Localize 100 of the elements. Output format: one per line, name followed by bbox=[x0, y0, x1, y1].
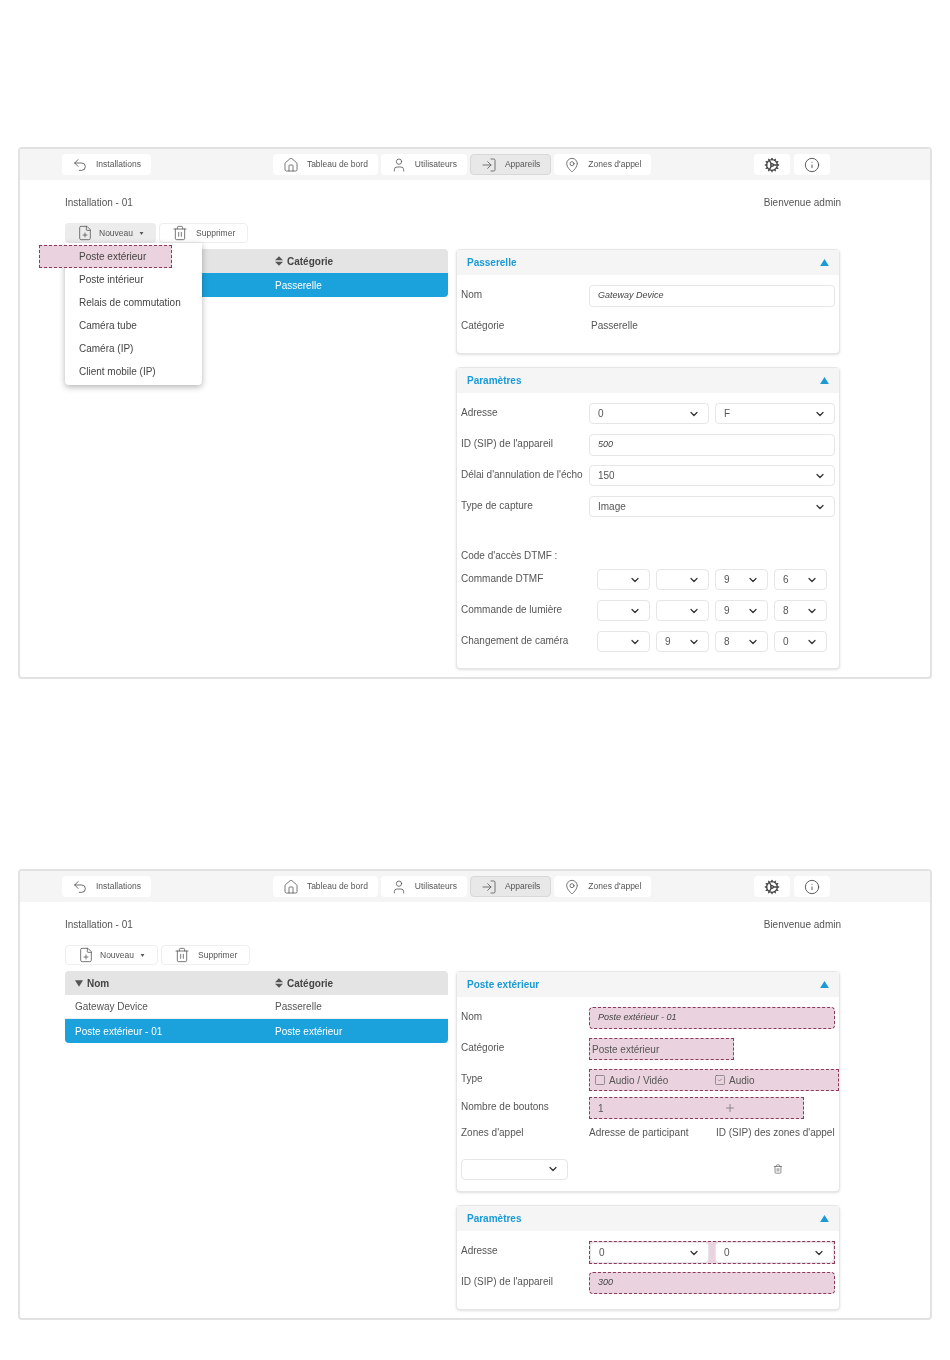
nav-tab[interactable]: Appareils bbox=[469, 154, 552, 175]
column-header[interactable]: Nom bbox=[65, 975, 265, 991]
file-plus-icon bbox=[78, 947, 94, 963]
collapse-icon bbox=[820, 1215, 829, 1222]
back-button[interactable]: Installations bbox=[62, 154, 151, 175]
select-field[interactable]: 8 bbox=[715, 631, 768, 652]
text-field[interactable]: Gateway Device bbox=[589, 285, 835, 307]
delete-button[interactable]: Supprimer bbox=[161, 945, 251, 965]
menu-item[interactable]: Caméra tube bbox=[65, 314, 202, 337]
select-value: 0 bbox=[598, 407, 604, 421]
settings-icon bbox=[764, 878, 780, 895]
select-field[interactable]: 0 bbox=[715, 1242, 834, 1263]
field-label: Commande de lumière bbox=[461, 603, 564, 617]
enter-icon bbox=[480, 878, 497, 895]
checkbox-label: Audio / Vidéo bbox=[609, 1073, 669, 1088]
menu-item[interactable]: Caméra (IP) bbox=[65, 337, 202, 360]
field-label: ID (SIP) de l'appareil bbox=[461, 1275, 554, 1289]
text-field[interactable]: 500 bbox=[589, 434, 835, 456]
select-field[interactable]: 8 bbox=[774, 600, 827, 621]
sort-icon bbox=[275, 256, 283, 266]
nav-tab[interactable]: Zones d'appel bbox=[554, 876, 652, 897]
select-field[interactable] bbox=[656, 600, 709, 621]
select-field[interactable]: F bbox=[715, 403, 835, 424]
plus-icon[interactable] bbox=[724, 1102, 736, 1114]
field-label: ID (SIP) de l'appareil bbox=[461, 437, 554, 451]
select-field[interactable]: 0 bbox=[774, 631, 827, 652]
caret-icon bbox=[139, 231, 145, 235]
sort-icon bbox=[275, 978, 283, 988]
info-button[interactable] bbox=[794, 154, 830, 175]
field-label: Code d'accès DTMF : bbox=[461, 549, 559, 563]
select-field[interactable]: 0 bbox=[590, 1242, 709, 1263]
enter-icon bbox=[480, 156, 497, 173]
settings-button[interactable] bbox=[754, 876, 790, 897]
nav-tab[interactable]: Tableau de bord bbox=[272, 876, 378, 897]
installation-title: Installation - 01 bbox=[65, 196, 133, 210]
info-button[interactable] bbox=[794, 876, 830, 897]
table-cell-text: Passerelle bbox=[274, 278, 323, 293]
file-plus-icon bbox=[77, 225, 93, 241]
select-value: 9 bbox=[724, 604, 730, 618]
field-label: Délai d'annulation de l'écho bbox=[461, 468, 584, 482]
nav-tab[interactable]: Zones d'appel bbox=[554, 154, 652, 175]
select-field[interactable] bbox=[656, 569, 709, 590]
nav-tab[interactable]: Utilisateurs bbox=[380, 154, 467, 175]
settings-button[interactable] bbox=[754, 154, 790, 175]
checkbox[interactable] bbox=[714, 1074, 726, 1086]
table-cell-text: Poste extérieur - 01 bbox=[74, 1024, 164, 1039]
settings-icon bbox=[764, 156, 780, 173]
column-heading: Adresse de participant bbox=[589, 1126, 690, 1140]
select-field[interactable]: 9 bbox=[715, 600, 768, 621]
column-heading: ID (SIP) des zones d'appel bbox=[716, 1126, 835, 1140]
number-stepper[interactable]: 1 bbox=[589, 1097, 804, 1119]
sort-down-icon bbox=[75, 979, 83, 987]
checkbox-label: Audio bbox=[729, 1073, 755, 1088]
column-header[interactable]: Catégorie bbox=[265, 253, 448, 269]
menu-item[interactable]: Client mobile (IP) bbox=[65, 360, 202, 383]
new-button[interactable]: Nouveau bbox=[65, 223, 157, 243]
select-field[interactable]: Image bbox=[589, 496, 835, 517]
map-pin-icon bbox=[564, 156, 581, 173]
delete-button[interactable]: Supprimer bbox=[159, 223, 249, 243]
collapse-icon bbox=[820, 981, 829, 988]
select-value: 150 bbox=[598, 469, 615, 483]
trash-icon[interactable] bbox=[773, 1164, 783, 1174]
column-heading: Zones d'appel bbox=[461, 1126, 525, 1140]
select-field[interactable]: 0 bbox=[589, 403, 709, 424]
table-cell-text: Passerelle bbox=[274, 1000, 323, 1014]
field-label: Catégorie bbox=[461, 319, 506, 333]
column-header[interactable]: Catégorie bbox=[265, 975, 448, 991]
select-value: 8 bbox=[724, 635, 730, 649]
field-label: Adresse bbox=[461, 406, 499, 420]
text-field[interactable]: 300 bbox=[589, 1272, 835, 1294]
select-field[interactable]: 6 bbox=[774, 569, 827, 590]
field-value: Poste extérieur bbox=[589, 1038, 734, 1060]
checkbox[interactable] bbox=[594, 1074, 606, 1086]
new-button[interactable]: Nouveau bbox=[65, 945, 159, 965]
select-value: F bbox=[724, 407, 731, 421]
house-icon bbox=[282, 878, 299, 895]
nav-tab[interactable]: Appareils bbox=[469, 876, 552, 897]
select-field[interactable] bbox=[597, 569, 650, 590]
select-field[interactable] bbox=[597, 631, 650, 652]
table-cell-text: Poste extérieur bbox=[274, 1024, 344, 1039]
select-value: 6 bbox=[783, 573, 789, 587]
field-label: Nom bbox=[461, 288, 484, 302]
select-field[interactable] bbox=[461, 1158, 568, 1180]
nav-tab[interactable]: Utilisateurs bbox=[380, 876, 467, 897]
menu-item[interactable]: Poste extérieur bbox=[39, 245, 172, 268]
back-button[interactable]: Installations bbox=[62, 876, 151, 897]
field-value: Passerelle bbox=[590, 319, 639, 333]
trash-icon bbox=[174, 947, 191, 963]
select-field[interactable]: 9 bbox=[715, 569, 768, 590]
caret-icon bbox=[140, 953, 146, 957]
select-value: 0 bbox=[783, 635, 789, 649]
welcome-text: Bienvenue admin bbox=[763, 918, 841, 932]
field-label: Catégorie bbox=[461, 1041, 506, 1055]
nav-tab[interactable]: Tableau de bord bbox=[272, 154, 378, 175]
select-field[interactable] bbox=[597, 600, 650, 621]
select-field[interactable]: 9 bbox=[656, 631, 709, 652]
field-label: Nom bbox=[461, 1010, 484, 1024]
field-label: Changement de caméra bbox=[461, 634, 570, 648]
text-field[interactable]: Poste extérieur - 01 bbox=[589, 1007, 835, 1029]
select-field[interactable]: 150 bbox=[589, 465, 835, 486]
